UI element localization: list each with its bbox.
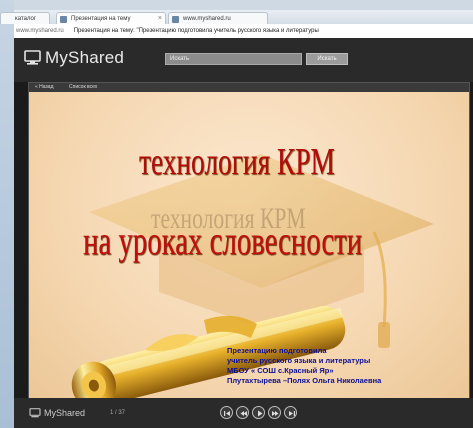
first-slide-button[interactable] bbox=[220, 406, 233, 419]
favicon-icon bbox=[172, 16, 179, 23]
slide-title-line1: технология КРМ bbox=[139, 141, 335, 183]
browser-tab-bar: каталог Презентация на тему × www.myshar… bbox=[0, 10, 473, 25]
search-input[interactable]: Искать bbox=[165, 53, 302, 65]
last-slide-icon bbox=[289, 411, 295, 416]
search-button[interactable]: Искать bbox=[306, 53, 348, 65]
author-line: Плутахтырева –Полях Ольга Николаевна bbox=[227, 376, 382, 385]
author-line: МБОУ « СОШ с.Красный Яр» bbox=[227, 366, 334, 375]
close-tab-icon[interactable]: × bbox=[158, 13, 162, 24]
address-title: Презентация на тему: "Презентацию подгот… bbox=[73, 28, 319, 34]
all-slides-link[interactable]: Список всех bbox=[69, 83, 97, 92]
play-button[interactable] bbox=[252, 406, 265, 419]
desktop-background bbox=[0, 0, 14, 428]
prev-slide-icon bbox=[240, 411, 247, 416]
slide-author-block: Презентацию подготовила учитель русского… bbox=[227, 346, 469, 386]
browser-tab-active[interactable]: Презентация на тему × bbox=[56, 12, 166, 24]
author-line: Презентацию подготовила bbox=[227, 346, 327, 355]
footer-logo: MyShared bbox=[44, 408, 86, 418]
slide-viewer: « Назад Список всех технология КРМ техно… bbox=[28, 82, 470, 400]
viewer-footer: MyShared 1 / 37 bbox=[14, 398, 473, 428]
slide-title-line2: на уроках словесности bbox=[83, 218, 363, 263]
browser-tab[interactable]: www.myshared.ru bbox=[168, 12, 268, 24]
first-slide-icon bbox=[224, 411, 230, 416]
myshared-logo-icon bbox=[29, 408, 41, 418]
favicon-icon bbox=[60, 16, 67, 23]
tab-label: Презентация на тему bbox=[71, 16, 131, 22]
browser-tab[interactable]: каталог bbox=[0, 12, 50, 24]
web-page: MyShared Искать Искать « Назад Список вс… bbox=[14, 38, 473, 428]
viewer-nav: « Назад Список всех bbox=[29, 83, 469, 92]
back-link[interactable]: « Назад bbox=[35, 83, 54, 92]
slide: технология КРМ технология КРМ на уроках … bbox=[29, 92, 469, 399]
address-bar[interactable]: www.myshared.ru Презентация на тему: "Пре… bbox=[14, 24, 473, 39]
tab-label: каталог bbox=[15, 16, 37, 22]
next-slide-icon bbox=[272, 411, 279, 416]
next-slide-button[interactable] bbox=[268, 406, 281, 419]
play-icon bbox=[258, 410, 263, 417]
myshared-logo-icon[interactable] bbox=[24, 50, 41, 65]
page-indicator: 1 / 37 bbox=[110, 410, 126, 416]
last-slide-button[interactable] bbox=[284, 406, 297, 419]
site-header: MyShared Искать Искать bbox=[14, 38, 473, 82]
address-url: www.myshared.ru bbox=[16, 28, 64, 34]
prev-slide-button[interactable] bbox=[236, 406, 249, 419]
author-line: учитель русского языка и литературы bbox=[227, 356, 371, 365]
tab-label: www.myshared.ru bbox=[183, 16, 231, 22]
site-logo[interactable]: MyShared bbox=[45, 48, 124, 68]
